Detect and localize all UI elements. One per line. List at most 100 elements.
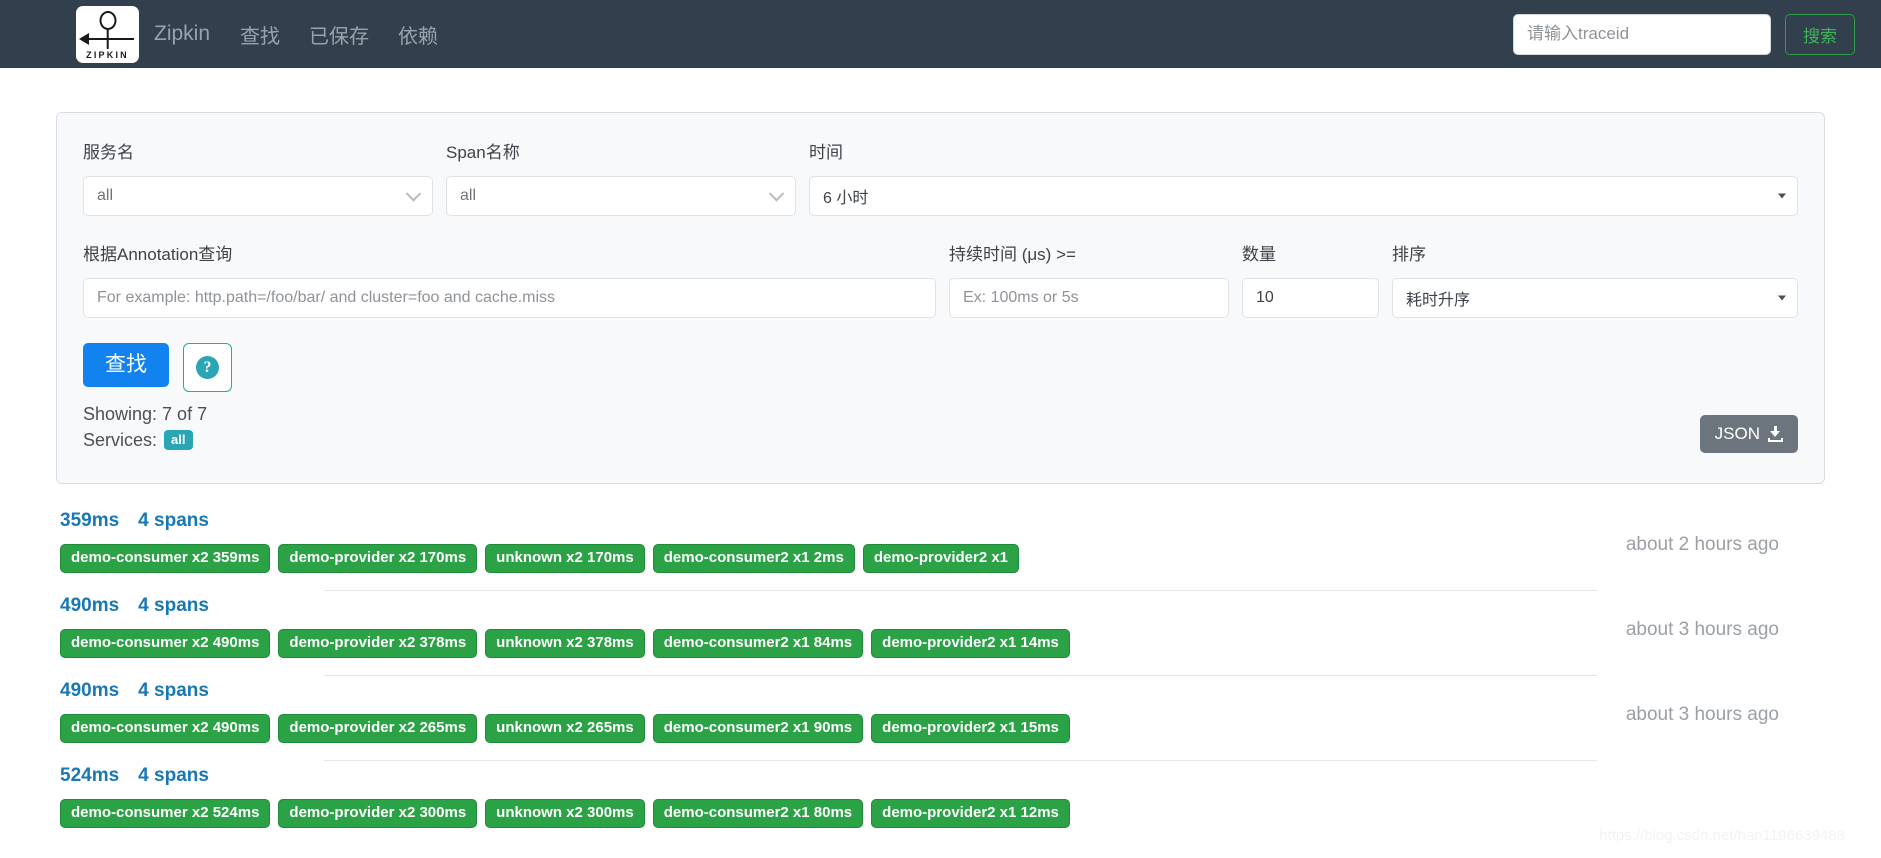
trace-span-count[interactable]: 4 spans [138,765,209,787]
trace-span-bars: demo-consumer x2 524ms demo-provider x2 … [56,799,1825,829]
services-summary: Services: all [83,427,232,453]
page-content: 服务名 all Span名称 all 时间 6 小时 根据Annotation查… [0,112,1881,850]
span-bar[interactable]: unknown x2 300ms [485,799,645,829]
field-time-range: 时间 6 小时 [809,138,1798,216]
min-duration-placeholder: Ex: 100ms or 5s [963,289,1079,306]
span-bar[interactable]: demo-consumer2 x1 2ms [652,544,855,574]
services-label: Services: [83,430,158,451]
span-bar[interactable]: demo-provider x2 300ms [278,799,478,829]
logo-circle-shape [99,10,116,30]
trace-results-list: 359ms 4 spans demo-consumer x2 359ms dem… [56,510,1825,850]
trace-row[interactable]: 359ms 4 spans demo-consumer x2 359ms dem… [56,510,1825,595]
chevron-down-icon [768,186,785,202]
span-bar[interactable]: demo-provider x2 378ms [278,629,478,659]
result-limit-value: 10 [1256,289,1274,306]
service-name-value: all [97,187,114,204]
trace-row[interactable]: 524ms 4 spans demo-consumer x2 524ms dem… [56,765,1825,850]
span-bar[interactable]: demo-consumer2 x1 90ms [652,714,864,744]
trace-duration[interactable]: 359ms [60,510,119,532]
trace-duration[interactable]: 524ms [60,765,119,787]
service-name-select[interactable]: all [83,176,433,216]
time-range-value: 6 小时 [823,190,869,207]
span-bar[interactable]: unknown x2 378ms [485,629,645,659]
nav-item-dependencies[interactable]: 依赖 [398,20,438,49]
trace-span-count[interactable]: 4 spans [138,510,209,532]
chevron-down-icon [405,186,422,202]
min-duration-input[interactable]: Ex: 100ms or 5s [949,278,1229,318]
brand-group[interactable]: ZIPKIN Zipkin [76,5,210,63]
field-result-limit: 数量 10 [1242,240,1379,318]
find-button[interactable]: 查找 [83,343,169,388]
span-bar[interactable]: demo-provider x2 265ms [278,714,478,744]
span-bar[interactable]: demo-consumer x2 359ms [60,544,271,574]
annotation-query-placeholder: For example: http.path=/foo/bar/ and clu… [97,289,556,306]
trace-duration[interactable]: 490ms [60,595,119,617]
filter-actions-row: 查找 ? Showing: 7 of 7 Services: all [83,343,1798,453]
trace-row[interactable]: 490ms 4 spans demo-consumer x2 490ms dem… [56,680,1825,765]
field-span-name: Span名称 all [446,138,796,216]
span-bar[interactable]: demo-provider2 x1 15ms [871,714,1070,744]
label-sort-order: 排序 [1392,245,1426,264]
trace-span-count[interactable]: 4 spans [138,680,209,702]
brand-name-link[interactable]: Zipkin [154,22,210,46]
trace-span-bars: demo-consumer x2 490ms demo-provider x2 … [56,714,1825,744]
sort-order-value: 耗时升序 [1406,292,1471,309]
label-min-duration: 持续时间 (μs) >= [949,245,1076,264]
span-bar[interactable]: demo-consumer2 x1 80ms [652,799,864,829]
header-search-group: 搜索 [1513,13,1855,55]
field-service-name: 服务名 all [83,138,433,216]
logo-arrow-line-shape [82,37,134,40]
nav-item-saved[interactable]: 已保存 [309,20,369,49]
showing-count: Showing: 7 of 7 [83,404,208,424]
filter-row-2: 根据Annotation查询 For example: http.path=/f… [83,240,1798,318]
field-sort-order: 排序 耗时升序 [1392,240,1798,318]
sort-order-select[interactable]: 耗时升序 [1392,278,1798,318]
trace-span-bars: demo-consumer x2 359ms demo-provider x2 … [56,544,1825,574]
span-bar[interactable]: demo-provider x2 170ms [278,544,478,574]
field-min-duration: 持续时间 (μs) >= Ex: 100ms or 5s [949,240,1229,318]
span-bar[interactable]: demo-provider2 x1 12ms [871,799,1070,829]
span-name-select[interactable]: all [446,176,796,216]
label-annotation-query: 根据Annotation查询 [83,245,233,264]
trace-timestamp: about 2 hours ago [1625,534,1779,556]
annotation-query-input[interactable]: For example: http.path=/foo/bar/ and clu… [83,278,936,318]
filter-row-1: 服务名 all Span名称 all 时间 6 小时 [83,138,1798,216]
span-bar[interactable]: unknown x2 170ms [485,544,645,574]
time-range-select[interactable]: 6 小时 [809,176,1798,216]
services-badge[interactable]: all [164,430,193,451]
label-span-name: Span名称 [446,143,520,162]
span-bar[interactable]: demo-provider2 x1 14ms [871,629,1070,659]
span-bar[interactable]: demo-consumer x2 490ms [60,714,271,744]
label-time-range: 时间 [809,143,843,162]
traceid-search-button[interactable]: 搜索 [1785,13,1855,55]
trace-header: 490ms 4 spans [56,595,1825,617]
span-bar[interactable]: demo-consumer x2 524ms [60,799,271,829]
trace-span-count[interactable]: 4 spans [138,595,209,617]
traceid-search-input[interactable] [1513,13,1771,55]
zipkin-logo-icon[interactable]: ZIPKIN [76,5,139,63]
result-limit-input[interactable]: 10 [1242,278,1379,318]
trace-header: 524ms 4 spans [56,765,1825,787]
label-service-name: 服务名 [83,143,134,162]
download-icon [1768,426,1783,443]
span-bar[interactable]: demo-consumer2 x1 84ms [652,629,864,659]
trace-header: 359ms 4 spans [56,510,1825,532]
trace-row[interactable]: 490ms 4 spans demo-consumer x2 490ms dem… [56,595,1825,680]
result-meta: Showing: 7 of 7 Services: all [83,401,232,453]
span-bar[interactable]: unknown x2 265ms [485,714,645,744]
trace-divider [324,760,1597,762]
trace-timestamp: about 3 hours ago [1625,704,1779,726]
trace-divider [324,590,1597,592]
help-button[interactable]: ? [183,343,232,392]
span-bar[interactable]: demo-provider2 x1 [862,544,1020,574]
trace-divider [324,675,1597,677]
trace-header: 490ms 4 spans [56,680,1825,702]
nav-links: 查找 已保存 依赖 [240,20,467,49]
trace-duration[interactable]: 490ms [60,680,119,702]
caret-down-icon [1778,295,1786,301]
nav-item-find[interactable]: 查找 [240,20,280,49]
span-bar[interactable]: demo-consumer x2 490ms [60,629,271,659]
span-name-value: all [460,187,477,204]
caret-down-icon [1778,193,1786,199]
json-download-button[interactable]: JSON [1699,415,1798,454]
